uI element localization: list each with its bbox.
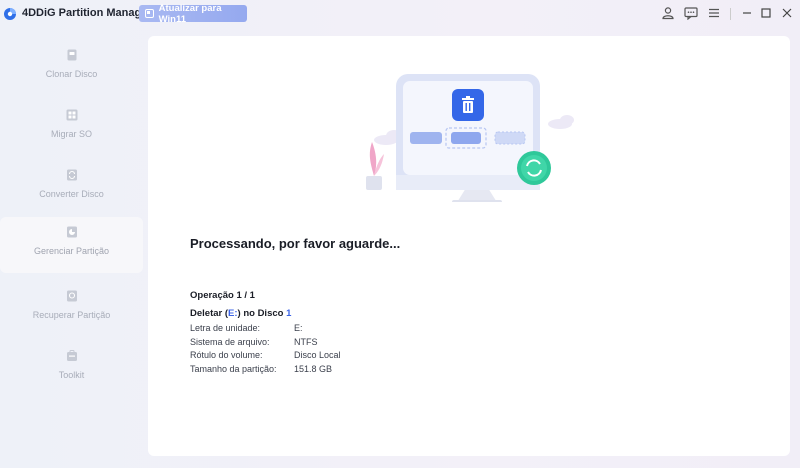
minimize-icon[interactable] bbox=[740, 6, 754, 20]
app-logo-icon bbox=[4, 8, 16, 20]
close-icon[interactable] bbox=[780, 6, 794, 20]
app-title: 4DDiG Partition Manager bbox=[22, 7, 152, 19]
partition-icon bbox=[66, 226, 77, 238]
sidebar-item-converter-disco[interactable]: Converter Disco bbox=[0, 160, 143, 216]
detail-label: Sistema de arquivo: bbox=[190, 337, 270, 347]
title-bar: 4DDiG Partition Manager Atualizar para W… bbox=[0, 0, 800, 28]
migrate-os-icon bbox=[66, 109, 77, 121]
sidebar-item-label: Recuperar Partição bbox=[32, 310, 111, 320]
sidebar-item-clonar-disco[interactable]: Clonar Disco bbox=[0, 40, 143, 96]
operation-verb: Deletar ( bbox=[190, 308, 229, 319]
detail-row-file-system: Sistema de arquivo: NTFS bbox=[190, 337, 318, 347]
operation-description: Deletar (E:) no Disco 1 bbox=[190, 308, 291, 319]
detail-row-partition-size: Tamanho da partição: 151.8 GB bbox=[190, 364, 332, 374]
upgrade-win11-button[interactable]: Atualizar para Win11 bbox=[139, 2, 247, 25]
detail-label: Tamanho da partição: bbox=[190, 364, 277, 374]
sidebar-item-label: Toolkit bbox=[58, 370, 85, 380]
sidebar-item-recuperar-particao[interactable]: Recuperar Partição bbox=[0, 281, 143, 337]
sidebar: Clonar Disco Migrar SO Converter Disco G… bbox=[0, 36, 143, 456]
sidebar-item-label: Clonar Disco bbox=[45, 69, 98, 79]
detail-value: 151.8 GB bbox=[294, 364, 333, 374]
detail-row-volume-label: Rótulo do volume: Disco Local bbox=[190, 350, 341, 360]
operation-counter: Operação 1 / 1 bbox=[190, 290, 255, 301]
sidebar-item-gerenciar-particao[interactable]: Gerenciar Partição bbox=[0, 217, 143, 273]
detail-value: NTFS bbox=[294, 337, 318, 347]
detail-row-drive-letter: Letra de unidade: E: bbox=[190, 323, 303, 333]
delete-partition-illustration bbox=[366, 74, 574, 202]
sidebar-item-migrar-so[interactable]: Migrar SO bbox=[0, 100, 143, 156]
windows-icon bbox=[145, 9, 154, 18]
main-panel: Processando, por favor aguarde... Operaç… bbox=[148, 36, 790, 456]
operation-drive: E: bbox=[228, 308, 238, 319]
detail-label: Letra de unidade: bbox=[190, 323, 261, 333]
sidebar-item-label: Converter Disco bbox=[39, 189, 104, 199]
toolkit-icon bbox=[66, 350, 77, 361]
titlebar-divider bbox=[730, 8, 731, 20]
sidebar-item-label: Gerenciar Partição bbox=[33, 246, 110, 256]
recover-partition-icon bbox=[66, 290, 77, 302]
user-icon[interactable] bbox=[661, 6, 675, 20]
operation-disk: 1 bbox=[286, 308, 292, 319]
detail-value: E: bbox=[294, 323, 303, 333]
maximize-icon[interactable] bbox=[759, 6, 773, 20]
detail-label: Rótulo do volume: bbox=[190, 350, 263, 360]
sidebar-item-toolkit[interactable]: Toolkit bbox=[0, 341, 143, 397]
detail-value: Disco Local bbox=[294, 350, 341, 360]
convert-disk-icon bbox=[66, 169, 77, 181]
operation-mid: ) no Disco bbox=[237, 308, 287, 319]
sidebar-item-label: Migrar SO bbox=[50, 129, 92, 139]
processing-message: Processando, por favor aguarde... bbox=[190, 236, 401, 251]
feedback-icon[interactable] bbox=[684, 6, 698, 20]
clone-disk-icon bbox=[67, 49, 76, 61]
upgrade-label: Atualizar para Win11 bbox=[158, 2, 222, 25]
menu-icon[interactable] bbox=[707, 6, 721, 20]
